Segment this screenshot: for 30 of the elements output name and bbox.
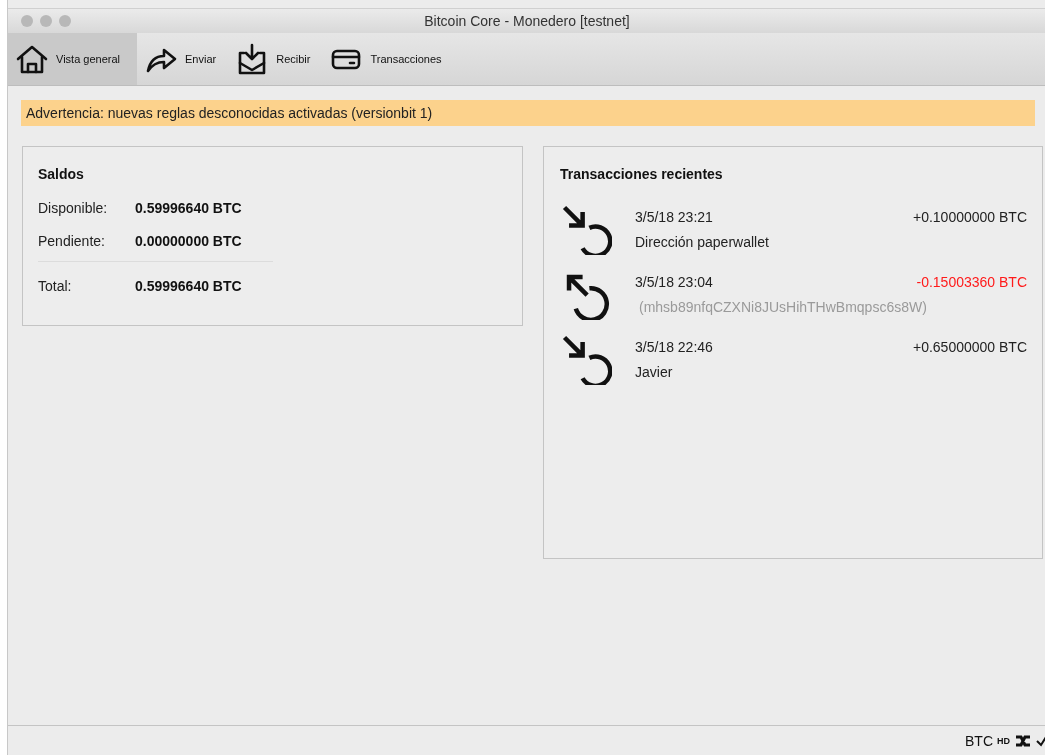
transaction-date: 3/5/18 22:46 bbox=[635, 339, 713, 355]
balance-value: 0.59996640 BTC bbox=[135, 200, 242, 216]
balance-value: 0.00000000 BTC bbox=[135, 233, 242, 249]
transaction-date: 3/5/18 23:21 bbox=[635, 209, 713, 225]
transaction-amount: +0.65000000 BTC bbox=[912, 339, 1027, 355]
toolbar-tab[interactable]: Transacciones bbox=[322, 33, 454, 85]
window-control-button[interactable] bbox=[40, 15, 52, 27]
transaction-label: Dirección paperwallet bbox=[635, 234, 769, 250]
toolbar-tab[interactable]: Recibir bbox=[228, 33, 323, 85]
transaction-amount: -0.15003360 BTC bbox=[916, 274, 1027, 290]
unit-label: BTC bbox=[965, 732, 993, 749]
hd-indicator: HD bbox=[997, 735, 1010, 746]
window-title: Bitcoin Core - Monedero [testnet] bbox=[424, 13, 630, 29]
transaction-label: Javier bbox=[635, 364, 673, 380]
toolbar-tab[interactable]: Vista general bbox=[8, 33, 137, 85]
window-control-button[interactable] bbox=[59, 15, 71, 27]
transaction-address: (mhsb89nfqCZXNi8JUsHihTHwBmqpsc6s8W) bbox=[639, 299, 927, 315]
transaction-amount: +0.10000000 BTC bbox=[912, 209, 1027, 225]
balance-label: Disponible: bbox=[38, 200, 109, 216]
incoming-transaction-icon bbox=[560, 203, 612, 255]
incoming-transaction-icon bbox=[560, 333, 612, 385]
balance-label: Total: bbox=[38, 278, 73, 294]
panel-title: Transacciones recientes bbox=[560, 166, 723, 182]
toolbar-tab[interactable]: Enviar bbox=[137, 33, 229, 85]
panel-title: Saldos bbox=[38, 166, 84, 182]
transaction-date: 3/5/18 23:04 bbox=[635, 274, 713, 290]
warning-banner: Advertencia: nuevas reglas desconocidas activadas (versionbit 1) bbox=[21, 100, 1035, 126]
balance-value: 0.59996640 BTC bbox=[135, 278, 242, 294]
balance-label: Pendiente: bbox=[38, 233, 106, 249]
window-control-button[interactable] bbox=[21, 15, 33, 27]
